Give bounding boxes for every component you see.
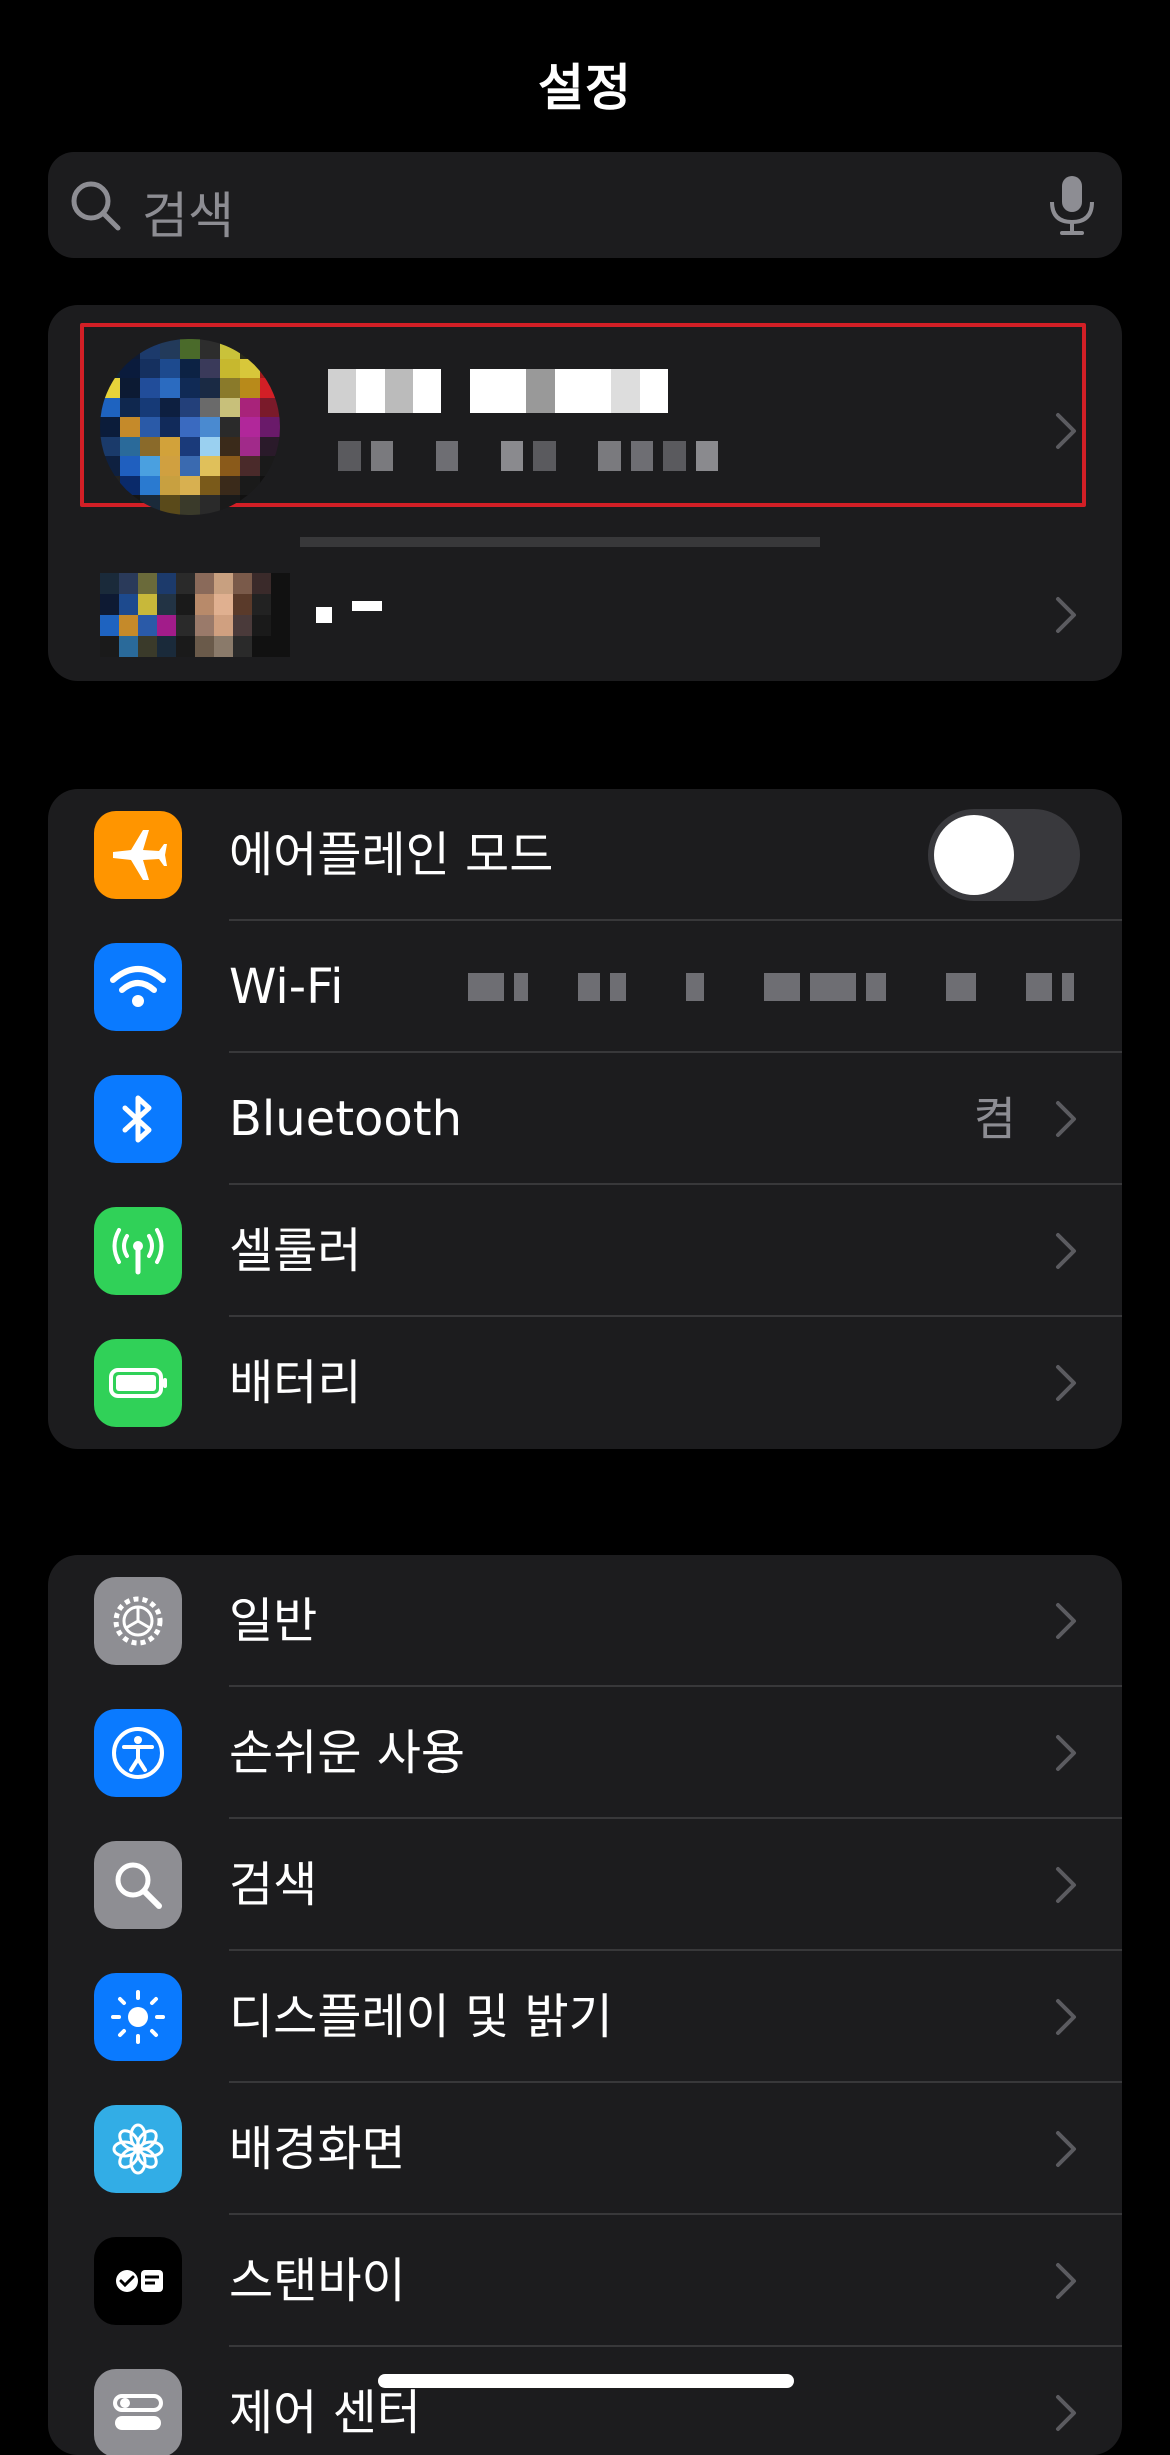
chevron-right-icon — [1056, 2395, 1076, 2431]
gear-icon — [94, 1577, 182, 1665]
wifi-row[interactable]: Wi-Fi — [48, 921, 1122, 1053]
standby-icon — [94, 2237, 182, 2325]
wallpaper-flower-icon — [94, 2105, 182, 2193]
wifi-network-blurred — [468, 921, 1074, 1053]
battery-icon — [94, 1339, 182, 1427]
chevron-right-icon — [1056, 1365, 1076, 1401]
display-brightness-label: 디스플레이 및 밝기 — [229, 1989, 613, 2045]
control-center-icon — [94, 2369, 182, 2455]
family-name-blurred-2 — [352, 601, 382, 611]
chevron-right-icon — [1056, 1101, 1076, 1137]
wallpaper-row[interactable]: 배경화면 — [48, 2083, 1122, 2215]
chevron-right-icon — [1056, 1603, 1076, 1639]
family-avatars — [100, 573, 290, 657]
wallpaper-label: 배경화면 — [229, 2121, 406, 2177]
bluetooth-row[interactable]: Bluetooth 켬 — [48, 1053, 1122, 1185]
chevron-right-icon — [1056, 1233, 1076, 1269]
bluetooth-label: Bluetooth — [229, 1091, 463, 1147]
chevron-right-icon — [1056, 2131, 1076, 2167]
avatar — [100, 339, 280, 515]
wifi-label: Wi-Fi — [229, 959, 344, 1015]
bluetooth-icon — [94, 1075, 182, 1163]
airplane-icon — [94, 811, 182, 899]
battery-row[interactable]: 배터리 — [48, 1317, 1122, 1449]
account-subtitle-blurred — [338, 441, 718, 471]
connectivity-group: 에어플레인 모드 Wi-Fi Bluetooth 켬 셀룰러 배터리 — [48, 789, 1122, 1449]
cellular-icon — [94, 1207, 182, 1295]
bluetooth-value: 켬 — [973, 1092, 1016, 1146]
standby-row[interactable]: 스탠바이 — [48, 2215, 1122, 2347]
general-label: 일반 — [229, 1593, 318, 1649]
search-field[interactable]: 검색 — [48, 152, 1122, 258]
airplane-mode-label: 에어플레인 모드 — [229, 827, 554, 883]
account-name-blurred — [328, 369, 668, 413]
search-settings-row[interactable]: 검색 — [48, 1819, 1122, 1951]
family-row[interactable] — [48, 549, 1122, 681]
chevron-right-icon — [1056, 597, 1076, 633]
account-group — [48, 305, 1122, 681]
toggle-knob — [934, 815, 1014, 895]
cellular-row[interactable]: 셀룰러 — [48, 1185, 1122, 1317]
control-center-row[interactable]: 제어 센터 — [48, 2347, 1122, 2455]
general-row[interactable]: 일반 — [48, 1555, 1122, 1687]
family-name-blurred — [316, 607, 332, 623]
home-indicator[interactable] — [378, 2374, 794, 2388]
page-title: 설정 — [538, 59, 632, 117]
general-group: 일반 손쉬운 사용 검색 디스플레이 및 밝기 배경화면 스탠바이 제어 센터 — [48, 1555, 1122, 2455]
airplane-mode-toggle[interactable] — [928, 809, 1080, 901]
search-settings-label: 검색 — [229, 1857, 318, 1913]
display-brightness-row[interactable]: 디스플레이 및 밝기 — [48, 1951, 1122, 2083]
accessibility-label: 손쉬운 사용 — [229, 1725, 466, 1781]
accessibility-row[interactable]: 손쉬운 사용 — [48, 1687, 1122, 1819]
apple-account-row[interactable] — [48, 305, 1122, 525]
battery-label: 배터리 — [229, 1355, 362, 1411]
chevron-right-icon — [1056, 1867, 1076, 1903]
wifi-icon — [94, 943, 182, 1031]
search-placeholder: 검색 — [142, 187, 234, 245]
airplane-mode-row[interactable]: 에어플레인 모드 — [48, 789, 1122, 921]
mic-icon[interactable] — [1044, 174, 1100, 236]
chevron-right-icon — [1056, 1735, 1076, 1771]
cellular-label: 셀룰러 — [229, 1223, 362, 1279]
chevron-right-icon — [1056, 1999, 1076, 2035]
chevron-right-icon — [1056, 413, 1076, 449]
search-icon — [71, 181, 121, 231]
chevron-right-icon — [1056, 2263, 1076, 2299]
control-center-label: 제어 센터 — [229, 2385, 421, 2441]
standby-label: 스탠바이 — [229, 2253, 406, 2309]
separator-blurred — [300, 537, 820, 547]
accessibility-icon — [94, 1709, 182, 1797]
search-icon — [94, 1841, 182, 1929]
brightness-icon — [94, 1973, 182, 2061]
